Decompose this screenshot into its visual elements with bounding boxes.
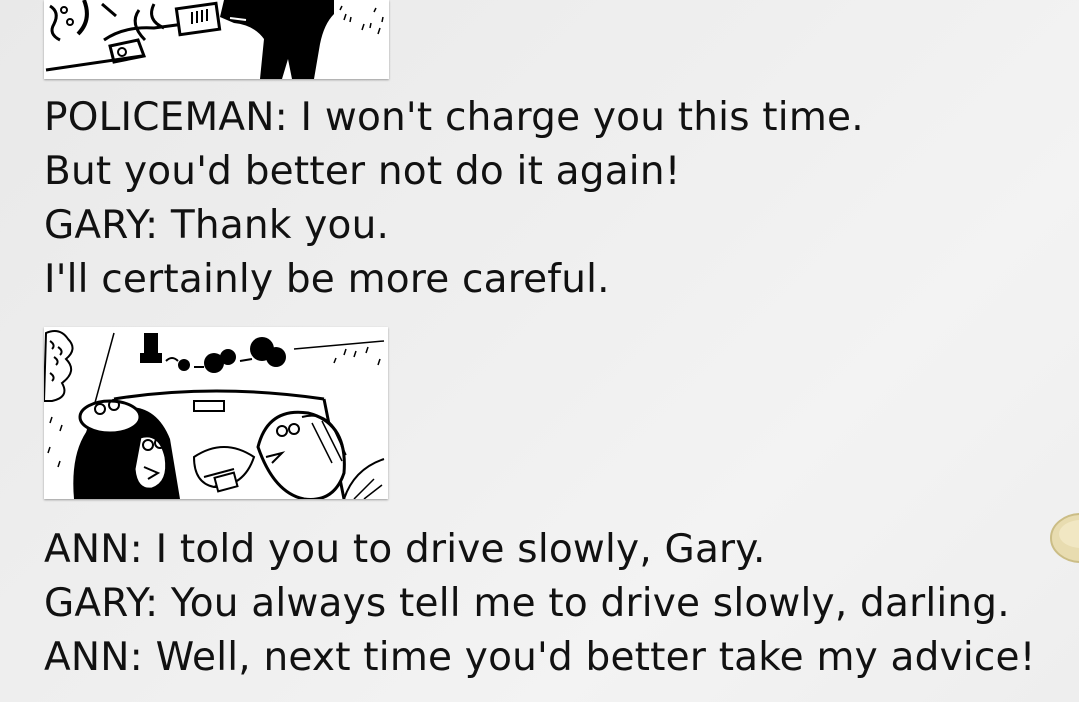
decorative-object <box>1050 513 1079 563</box>
dialogue-line: ANN: I told you to drive slowly, Gary. <box>44 527 766 572</box>
document-page: POLICEMAN: I won't charge you this time.… <box>0 0 1079 702</box>
dialogue-line: I'll certainly be more careful. <box>44 257 610 302</box>
dialogue-line: GARY: Thank you. <box>44 203 390 248</box>
policeman-cartoon-image <box>44 0 389 79</box>
car-cartoon-panel <box>44 327 388 499</box>
policeman-cartoon-panel <box>44 0 389 79</box>
dialogue-line: But you'd better not do it again! <box>44 149 681 194</box>
dialogue-line: GARY: You always tell me to drive slowly… <box>44 581 1010 626</box>
dialogue-line: ANN: Well, next time you'd better take m… <box>44 635 1036 680</box>
dialogue-line: POLICEMAN: I won't charge you this time. <box>44 95 864 140</box>
car-cartoon-image <box>44 327 388 499</box>
